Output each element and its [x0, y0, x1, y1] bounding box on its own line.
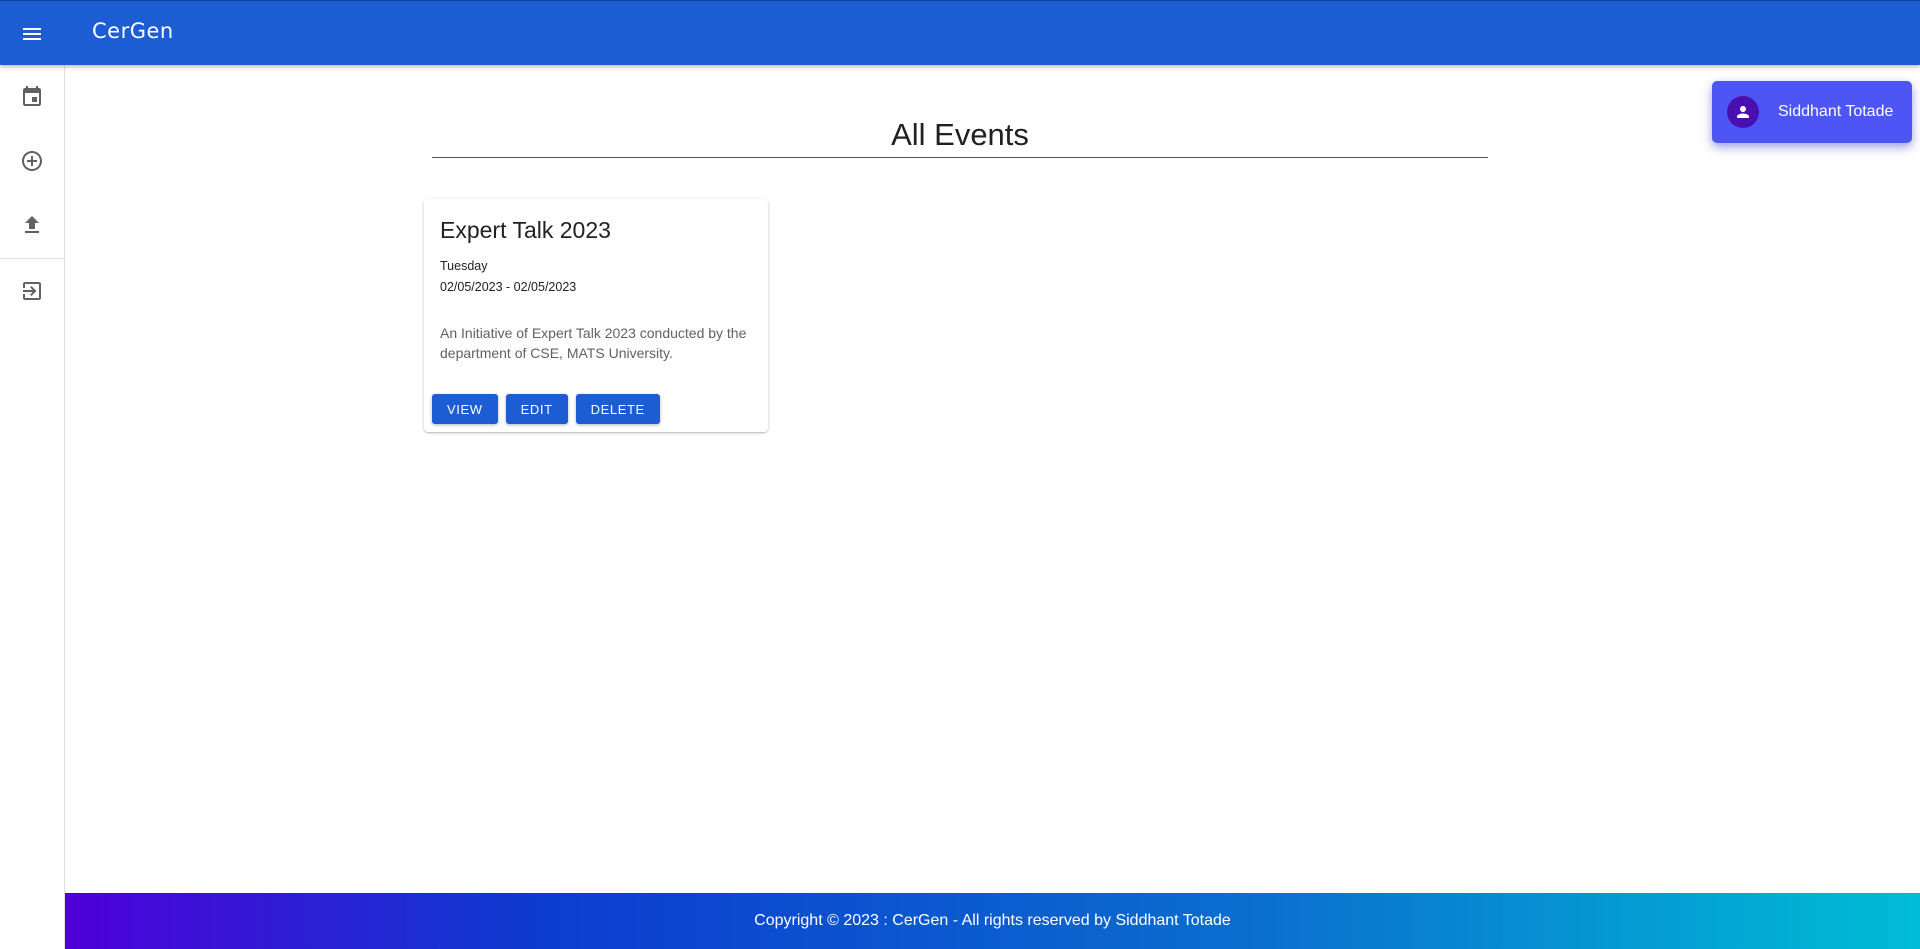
footer-copyright: Copyright © 2023 : CerGen - All rights r… — [754, 912, 1231, 929]
event-title: Expert Talk 2023 — [440, 217, 611, 243]
user-name: Siddhant Totade — [1778, 103, 1894, 120]
event-day: Tuesday — [440, 259, 488, 273]
event-description: An Initiative of Expert Talk 2023 conduc… — [440, 325, 747, 361]
event-actions: VIEW EDIT DELETE — [432, 394, 660, 424]
sidebar-item-upload[interactable] — [0, 193, 64, 257]
menu-icon — [23, 28, 41, 40]
title-divider — [432, 157, 1488, 158]
page-title: All Events — [891, 117, 1029, 152]
app-title[interactable]: CerGen — [92, 19, 174, 43]
upload-icon — [25, 216, 39, 233]
calendar-icon — [23, 86, 41, 106]
app-bar: CerGen — [0, 0, 1920, 65]
user-profile-button[interactable]: Siddhant Totade — [1712, 81, 1912, 143]
avatar — [1727, 96, 1759, 128]
sidebar — [0, 65, 65, 949]
logout-icon — [23, 282, 41, 300]
sidebar-item-add-event[interactable] — [0, 129, 64, 193]
main-content: All Events Expert Talk 2023 Tuesday 02/0… — [65, 65, 1920, 893]
person-icon — [1737, 106, 1749, 118]
sidebar-item-events[interactable] — [0, 65, 64, 129]
event-dates: 02/05/2023 - 02/05/2023 — [440, 280, 577, 294]
edit-button[interactable]: EDIT — [505, 394, 568, 424]
footer: Copyright © 2023 : CerGen - All rights r… — [65, 893, 1920, 949]
view-button[interactable]: VIEW — [432, 394, 498, 424]
add-circle-icon — [22, 151, 42, 171]
menu-button[interactable] — [16, 18, 48, 50]
delete-button[interactable]: DELETE — [575, 394, 660, 424]
event-card: Expert Talk 2023 Tuesday 02/05/2023 - 02… — [424, 199, 768, 432]
sidebar-item-logout[interactable] — [0, 259, 64, 323]
